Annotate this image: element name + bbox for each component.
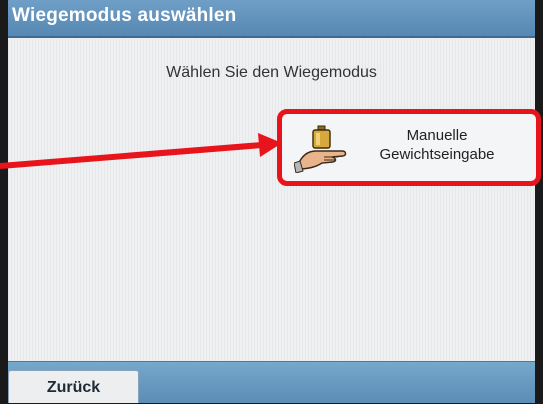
hand-weight-icon: [294, 125, 347, 173]
title-bar: Wiegemodus auswählen: [8, 0, 535, 38]
mode-label-line2: Gewichtseingabe: [379, 146, 495, 163]
back-button[interactable]: Zurück: [8, 370, 139, 403]
window-title: Wiegemodus auswählen: [12, 5, 237, 26]
manual-weight-entry-button[interactable]: Manuelle Gewichtseingabe: [277, 109, 541, 186]
prompt-text: Wählen Sie den Wiegemodus: [166, 64, 377, 81]
mode-label-line1: Manuelle: [406, 127, 468, 144]
mode-button-label: Manuelle Gewichtseingabe: [362, 126, 512, 164]
screen: Wiegemodus auswählen Wählen Sie den Wieg…: [8, 0, 535, 403]
